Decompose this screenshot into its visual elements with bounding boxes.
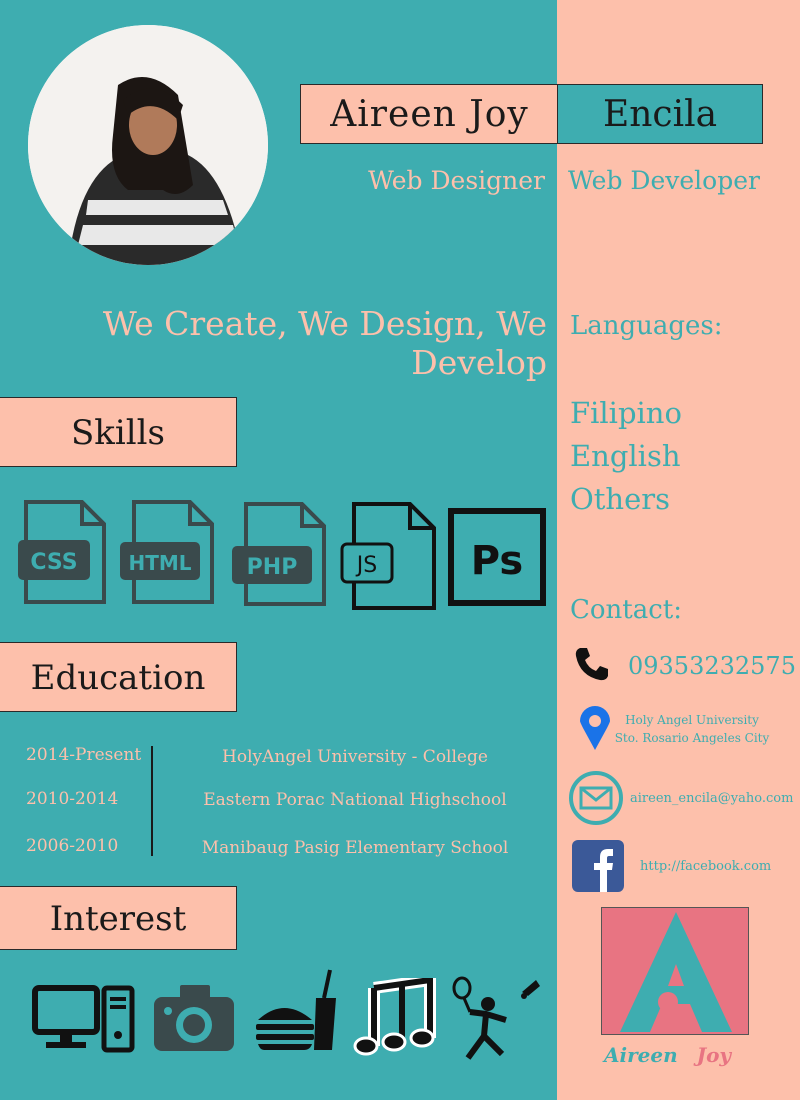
logo-caption-last: Joy [696,1043,732,1067]
facebook-icon [572,840,624,896]
first-name: Aireen Joy [300,84,558,144]
education-year: 2014-Present [26,745,142,765]
education-year: 2006-2010 [26,836,119,856]
tagline: We Create, We Design, We Develop [102,304,547,382]
interest-heading: Interest [0,886,237,950]
badminton-icon [448,974,544,1064]
education-heading: Education [0,642,237,712]
email-icon [568,770,624,830]
food-icon [254,968,340,1054]
camera-icon [154,985,234,1055]
js-file-icon: JS [340,500,438,616]
php-file-icon: PHP [232,500,328,614]
language-item: Filipino [570,396,682,430]
address-line: Sto. Rosario Angeles City [614,731,770,745]
skills-heading: Skills [0,397,237,467]
education-school: HolyAngel University - College [222,747,488,767]
address-line: Holy Angel University [625,713,759,727]
css-file-icon: CSS [18,498,108,612]
music-icon [352,973,442,1062]
contact-heading: Contact: [570,595,683,625]
education-school: Manibaug Pasig Elementary School [201,838,509,858]
language-item: English [570,439,681,473]
php-label: PHP [247,555,298,580]
education-divider [151,746,153,856]
address: Holy Angel University Sto. Rosario Angel… [592,711,792,747]
language-item: Others [570,482,671,516]
profile-photo [28,25,268,265]
ps-label: Ps [471,538,523,584]
logo [601,907,749,1035]
logo-caption: Aireen Joy [604,1043,731,1067]
education-year: 2010-2014 [26,789,119,809]
phone-icon [574,646,610,686]
html-label: HTML [128,551,191,575]
email-address[interactable]: aireen_encila@yaho.com [630,791,793,806]
facebook-link[interactable]: http://facebook.com [640,859,771,874]
last-name: Encila [557,84,763,144]
css-label: CSS [30,550,77,575]
logo-caption-first: Aireen [604,1043,678,1067]
phone-number[interactable]: 09353232575 [628,652,796,680]
title-web-designer: Web Designer [368,166,545,195]
education-school: Eastern Porac National Highschool [203,790,507,810]
photoshop-icon: Ps [448,508,546,610]
title-web-developer: Web Developer [568,166,760,195]
js-label: JS [355,553,377,578]
computer-icon [32,985,136,1059]
languages-heading: Languages: [570,311,723,341]
html-file-icon: HTML [120,498,216,612]
